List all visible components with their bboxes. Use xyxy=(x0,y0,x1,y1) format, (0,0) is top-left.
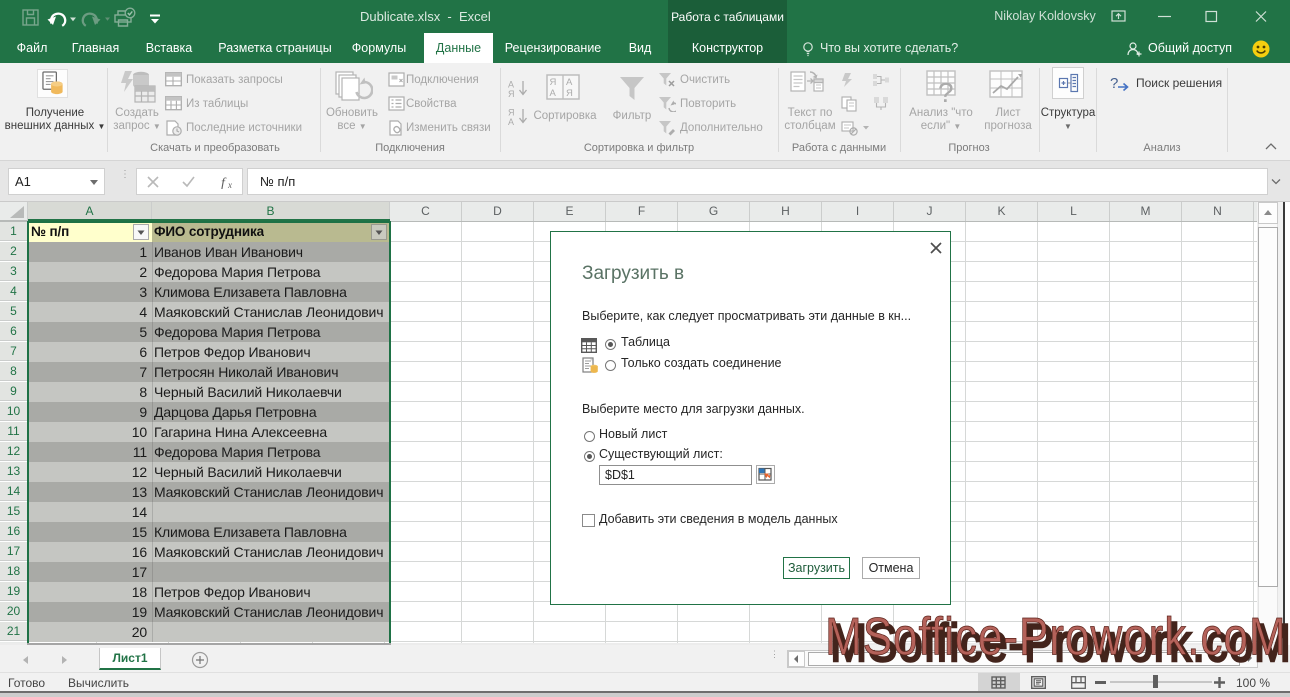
svg-text:Я: Я xyxy=(508,108,515,118)
svg-text:?: ? xyxy=(938,77,954,107)
svg-text:MSoffice-Prowork.coM: MSoffice-Prowork.coM xyxy=(825,608,1286,667)
svg-text:Я: Я xyxy=(566,88,573,99)
svg-text:А: А xyxy=(550,88,557,99)
svg-text:x: x xyxy=(227,180,232,189)
svg-text:А: А xyxy=(508,117,514,126)
svg-text:Я: Я xyxy=(550,77,557,88)
svg-text:А: А xyxy=(508,80,514,90)
svg-text:f: f xyxy=(221,176,227,189)
svg-text:А: А xyxy=(566,77,573,88)
svg-text:Я: Я xyxy=(508,89,515,98)
svg-text:?: ? xyxy=(1110,75,1118,92)
